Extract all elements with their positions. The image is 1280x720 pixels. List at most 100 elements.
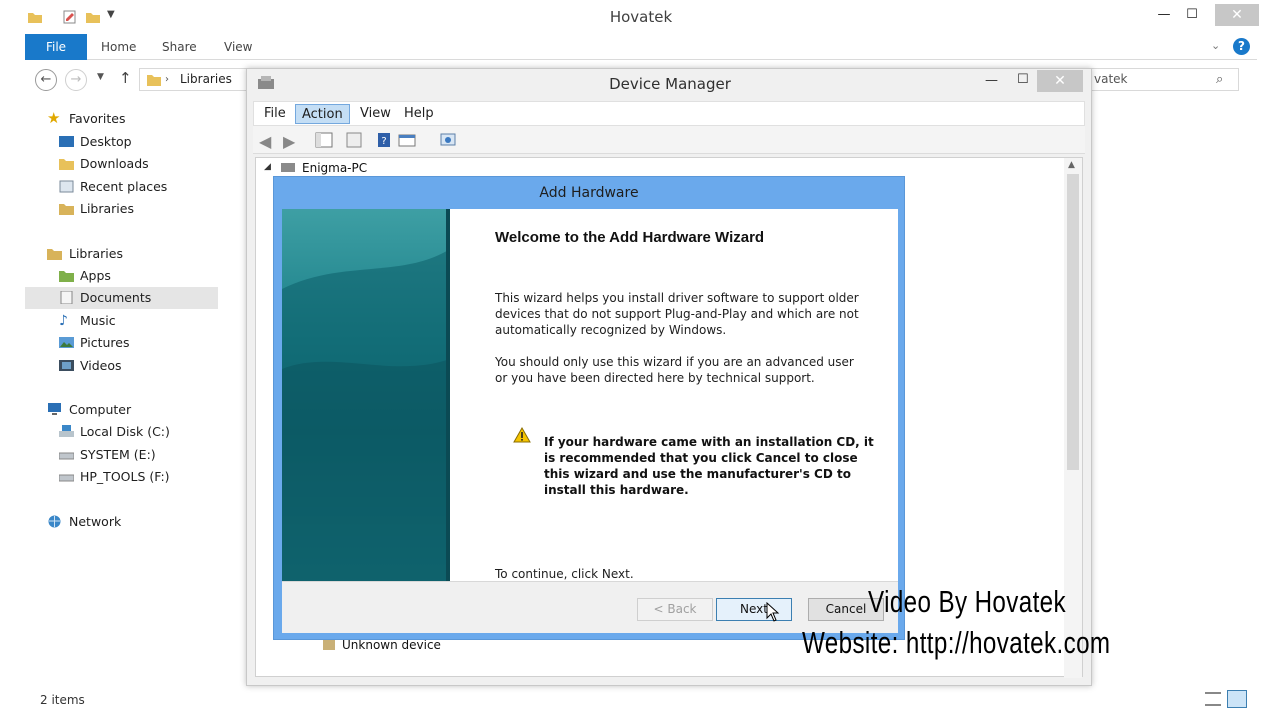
details-view-icon[interactable]: [1205, 692, 1221, 706]
add-hardware-wizard: Add Hardware Welcome to the Add Hardware…: [273, 176, 905, 640]
scroll-up-icon[interactable]: ▲: [1068, 160, 1075, 170]
tab-share[interactable]: Share: [162, 34, 197, 60]
tab-file[interactable]: File: [25, 34, 87, 60]
nav-label: Pictures: [80, 335, 130, 350]
downloads-icon: [59, 159, 74, 170]
nav-label: Local Disk (C:): [80, 424, 170, 439]
wizard-paragraph-2: You should only use this wizard if you a…: [495, 355, 854, 385]
nav-local-disk-c[interactable]: Local Disk (C:): [25, 421, 218, 443]
nav-label: Videos: [80, 358, 122, 373]
menu-file[interactable]: File: [258, 104, 292, 124]
up-button[interactable]: ↑: [119, 69, 132, 87]
scan-hardware-icon[interactable]: [439, 132, 457, 148]
nav-label: Desktop: [80, 134, 132, 149]
breadcrumb-libraries[interactable]: Libraries: [180, 72, 232, 86]
scroll-thumb[interactable]: [1067, 174, 1079, 470]
nav-libraries[interactable]: Libraries: [25, 243, 218, 265]
nav-label: SYSTEM (E:): [80, 447, 156, 462]
recent-places-icon: [59, 180, 74, 193]
nav-label: Libraries: [80, 201, 134, 216]
navigation-pane: ★ Favorites Desktop Downloads Recent pla…: [25, 98, 225, 678]
close-button[interactable]: ✕: [1037, 70, 1083, 92]
menu-view[interactable]: View: [354, 104, 397, 124]
large-icons-view-icon[interactable]: [1227, 690, 1247, 708]
videos-icon: [59, 360, 74, 371]
properties-icon[interactable]: [345, 132, 363, 148]
nav-label: HP_TOOLS (F:): [80, 469, 170, 484]
warning-icon: [513, 427, 531, 443]
nav-network[interactable]: Network: [25, 511, 218, 533]
search-icon[interactable]: ⌕: [1216, 69, 1223, 90]
item-count: 2 items: [40, 693, 85, 707]
forward-arrow-icon[interactable]: ▶: [283, 132, 301, 151]
nav-apps[interactable]: Apps: [25, 265, 218, 287]
network-icon: [48, 515, 61, 528]
menu-bar: File Action View Help: [253, 101, 1085, 126]
tree-root-enigma-pc[interactable]: Enigma-PC: [302, 161, 367, 175]
collapse-arrow-icon[interactable]: ◢: [264, 162, 271, 172]
wizard-body: Welcome to the Add Hardware Wizard This …: [282, 209, 898, 633]
nav-desktop[interactable]: Desktop: [25, 131, 218, 153]
forward-button[interactable]: →: [65, 69, 87, 91]
nav-libraries-fav[interactable]: Libraries: [25, 198, 218, 220]
libraries-icon: [59, 204, 74, 215]
libraries-icon: [147, 75, 161, 86]
nav-label: Recent places: [80, 179, 168, 194]
back-button[interactable]: ←: [35, 69, 57, 91]
wizard-paragraph-1: This wizard helps you install driver sof…: [495, 291, 859, 337]
window-title: Hovatek: [609, 8, 673, 26]
maximize-button[interactable]: ☐: [1177, 4, 1207, 26]
nav-downloads[interactable]: Downloads: [25, 153, 218, 175]
menu-action[interactable]: Action: [295, 104, 350, 124]
wizard-continue-text: To continue, click Next.: [495, 567, 634, 581]
drive-icon: [59, 425, 74, 437]
nav-hp-tools-f[interactable]: HP_TOOLS (F:): [25, 466, 218, 488]
nav-label: Music: [80, 313, 116, 328]
close-button[interactable]: ✕: [1215, 4, 1259, 26]
minimize-button[interactable]: —: [1149, 4, 1179, 26]
nav-system-e[interactable]: SYSTEM (E:): [25, 444, 218, 466]
nav-computer[interactable]: Computer: [25, 399, 218, 421]
tab-view[interactable]: View: [224, 34, 252, 60]
nav-pictures[interactable]: Pictures: [25, 332, 218, 354]
nav-documents[interactable]: Documents: [25, 287, 218, 309]
nav-label: Favorites: [69, 111, 126, 126]
nav-music[interactable]: ♪ Music: [25, 310, 218, 332]
nav-label: Documents: [80, 290, 152, 305]
wizard-warning-text: If your hardware came with an installati…: [544, 435, 874, 497]
documents-icon: [60, 291, 73, 304]
recent-locations-icon[interactable]: ▼: [97, 72, 104, 82]
wizard-heading: Welcome to the Add Hardware Wizard: [495, 229, 765, 246]
nav-label: Network: [69, 514, 122, 529]
maximize-button[interactable]: ☐: [1017, 72, 1029, 87]
computer-icon: [281, 163, 295, 172]
mouse-cursor-icon: [766, 602, 780, 622]
unknown-device-icon: [323, 640, 335, 650]
computer-icon: [48, 403, 61, 415]
back-button[interactable]: < Back: [637, 598, 713, 621]
vertical-scrollbar[interactable]: ▲: [1064, 158, 1082, 678]
pictures-icon: [59, 337, 74, 348]
watermark-website: Website: http://hovatek.com: [802, 625, 1111, 660]
help-book-icon[interactable]: ?: [375, 132, 393, 148]
back-arrow-icon[interactable]: ◀: [259, 132, 277, 151]
music-icon: ♪: [59, 313, 68, 329]
banner-graphic: [282, 209, 450, 581]
minimize-button[interactable]: —: [985, 73, 998, 88]
show-hide-tree-icon[interactable]: [315, 132, 333, 148]
nav-recent-places[interactable]: Recent places: [25, 176, 218, 198]
drive-icon: [59, 452, 74, 460]
nav-label: Downloads: [80, 156, 149, 171]
search-text: vatek: [1094, 72, 1128, 86]
ribbon-expand-icon[interactable]: ⌄: [1211, 39, 1220, 52]
nav-videos[interactable]: Videos: [25, 355, 218, 377]
apps-icon: [59, 271, 74, 282]
nav-favorites[interactable]: ★ Favorites: [25, 108, 218, 130]
update-driver-icon[interactable]: [398, 132, 416, 148]
help-icon[interactable]: ?: [1233, 38, 1250, 55]
menu-help[interactable]: Help: [398, 104, 440, 124]
next-button[interactable]: Next: [716, 598, 792, 621]
tab-home[interactable]: Home: [101, 34, 136, 60]
search-input[interactable]: vatek ⌕: [1087, 68, 1239, 91]
star-icon: ★: [47, 109, 61, 127]
